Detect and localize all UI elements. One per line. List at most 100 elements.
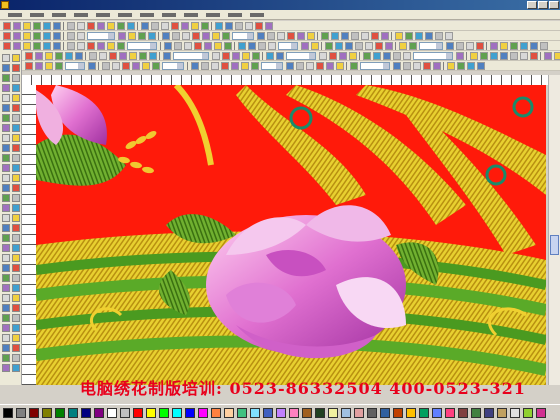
menu-item-11[interactable] — [226, 11, 244, 19]
toolbar-button[interactable] — [222, 52, 230, 60]
color-swatch[interactable] — [237, 408, 247, 418]
toolbar-button[interactable] — [13, 22, 21, 30]
toolbar-button[interactable] — [182, 32, 190, 40]
tool-button[interactable] — [12, 184, 20, 192]
toolbar-button[interactable] — [231, 62, 239, 70]
toolbar-button[interactable] — [456, 52, 464, 60]
toolbar-button[interactable] — [329, 52, 337, 60]
tool-button[interactable] — [12, 64, 20, 72]
tool-button[interactable] — [2, 354, 10, 362]
minimize-button[interactable] — [527, 1, 537, 9]
toolbar-button[interactable] — [470, 52, 478, 60]
toolbar-button[interactable] — [447, 62, 455, 70]
toolbar-button[interactable] — [107, 22, 115, 30]
color-swatch[interactable] — [42, 408, 52, 418]
tool-button[interactable] — [12, 194, 20, 202]
tool-button[interactable] — [12, 54, 20, 62]
toolbar-button[interactable] — [307, 32, 315, 40]
toolbar-button[interactable] — [490, 52, 498, 60]
toolbar-button[interactable] — [191, 22, 199, 30]
toolbar-button[interactable] — [425, 32, 433, 40]
tool-button[interactable] — [2, 254, 10, 262]
tool-button[interactable] — [2, 304, 10, 312]
toolbar-button[interactable] — [265, 22, 273, 30]
tool-button[interactable] — [12, 84, 20, 92]
tool-button[interactable] — [2, 184, 10, 192]
toolbar-button[interactable] — [212, 52, 220, 60]
tool-button[interactable] — [2, 154, 10, 162]
toolbar-button[interactable] — [88, 62, 96, 70]
color-swatch[interactable] — [432, 408, 442, 418]
toolbar-button[interactable] — [341, 32, 349, 40]
toolbar-button[interactable] — [53, 22, 61, 30]
toolbar-button[interactable] — [204, 42, 212, 50]
toolbar-button[interactable] — [212, 32, 220, 40]
menu-item-6[interactable] — [116, 11, 134, 19]
tool-button[interactable] — [12, 174, 20, 182]
toolbar-button[interactable] — [117, 22, 125, 30]
tool-button[interactable] — [2, 164, 10, 172]
toolbar-button[interactable] — [23, 22, 31, 30]
toolbar-button[interactable] — [55, 62, 63, 70]
color-swatch[interactable] — [302, 408, 312, 418]
toolbar-button[interactable] — [423, 62, 431, 70]
toolbar-dropdown[interactable] — [127, 42, 157, 50]
toolbar-button[interactable] — [67, 22, 75, 30]
menu-item-4[interactable] — [72, 11, 90, 19]
color-swatch[interactable] — [536, 408, 546, 418]
tool-button[interactable] — [2, 144, 10, 152]
toolbar-button[interactable] — [306, 62, 314, 70]
toolbar-dropdown[interactable] — [413, 52, 453, 60]
menu-item-5[interactable] — [94, 11, 112, 19]
color-swatch[interactable] — [341, 408, 351, 418]
toolbar-button[interactable] — [201, 62, 209, 70]
color-swatch[interactable] — [510, 408, 520, 418]
toolbar-button[interactable] — [297, 32, 305, 40]
toolbar-button[interactable] — [251, 62, 259, 70]
color-swatch[interactable] — [523, 408, 533, 418]
tool-button[interactable] — [12, 144, 20, 152]
toolbar-button[interactable] — [141, 22, 149, 30]
toolbar-button[interactable] — [415, 32, 423, 40]
vertical-scrollbar[interactable] — [548, 75, 560, 385]
menu-item-9[interactable] — [182, 11, 200, 19]
tool-button[interactable] — [12, 344, 20, 352]
color-swatch[interactable] — [224, 408, 234, 418]
toolbar-dropdown[interactable] — [286, 52, 316, 60]
toolbar-button[interactable] — [393, 52, 401, 60]
toolbar-button[interactable] — [139, 52, 147, 60]
design-canvas[interactable] — [36, 85, 546, 385]
toolbar-button[interactable] — [520, 52, 528, 60]
toolbar-button[interactable] — [351, 32, 359, 40]
toolbar-button[interactable] — [255, 22, 263, 30]
toolbar-button[interactable] — [480, 52, 488, 60]
tool-button[interactable] — [12, 274, 20, 282]
toolbar-button[interactable] — [142, 62, 150, 70]
toolbar-button[interactable] — [225, 22, 233, 30]
color-swatch[interactable] — [380, 408, 390, 418]
tool-button[interactable] — [2, 134, 10, 142]
toolbar-button[interactable] — [172, 32, 180, 40]
tool-button[interactable] — [12, 124, 20, 132]
color-swatch[interactable] — [146, 408, 156, 418]
toolbar-button[interactable] — [89, 52, 97, 60]
toolbar-button[interactable] — [3, 22, 11, 30]
color-swatch[interactable] — [289, 408, 299, 418]
toolbar-button[interactable] — [127, 22, 135, 30]
tool-button[interactable] — [12, 104, 20, 112]
toolbar-button[interactable] — [3, 32, 11, 40]
toolbar-button[interactable] — [345, 42, 353, 50]
tool-button[interactable] — [12, 114, 20, 122]
tool-button[interactable] — [12, 254, 20, 262]
toolbar-button[interactable] — [363, 52, 371, 60]
toolbar-button[interactable] — [248, 42, 256, 50]
toolbar-button[interactable] — [222, 32, 230, 40]
tool-button[interactable] — [2, 174, 10, 182]
color-swatch[interactable] — [29, 408, 39, 418]
tool-button[interactable] — [12, 364, 20, 372]
color-swatch[interactable] — [107, 408, 117, 418]
tool-button[interactable] — [2, 74, 10, 82]
toolbar-button[interactable] — [326, 62, 334, 70]
scrollbar-thumb[interactable] — [550, 235, 559, 255]
toolbar-button[interactable] — [476, 42, 484, 50]
